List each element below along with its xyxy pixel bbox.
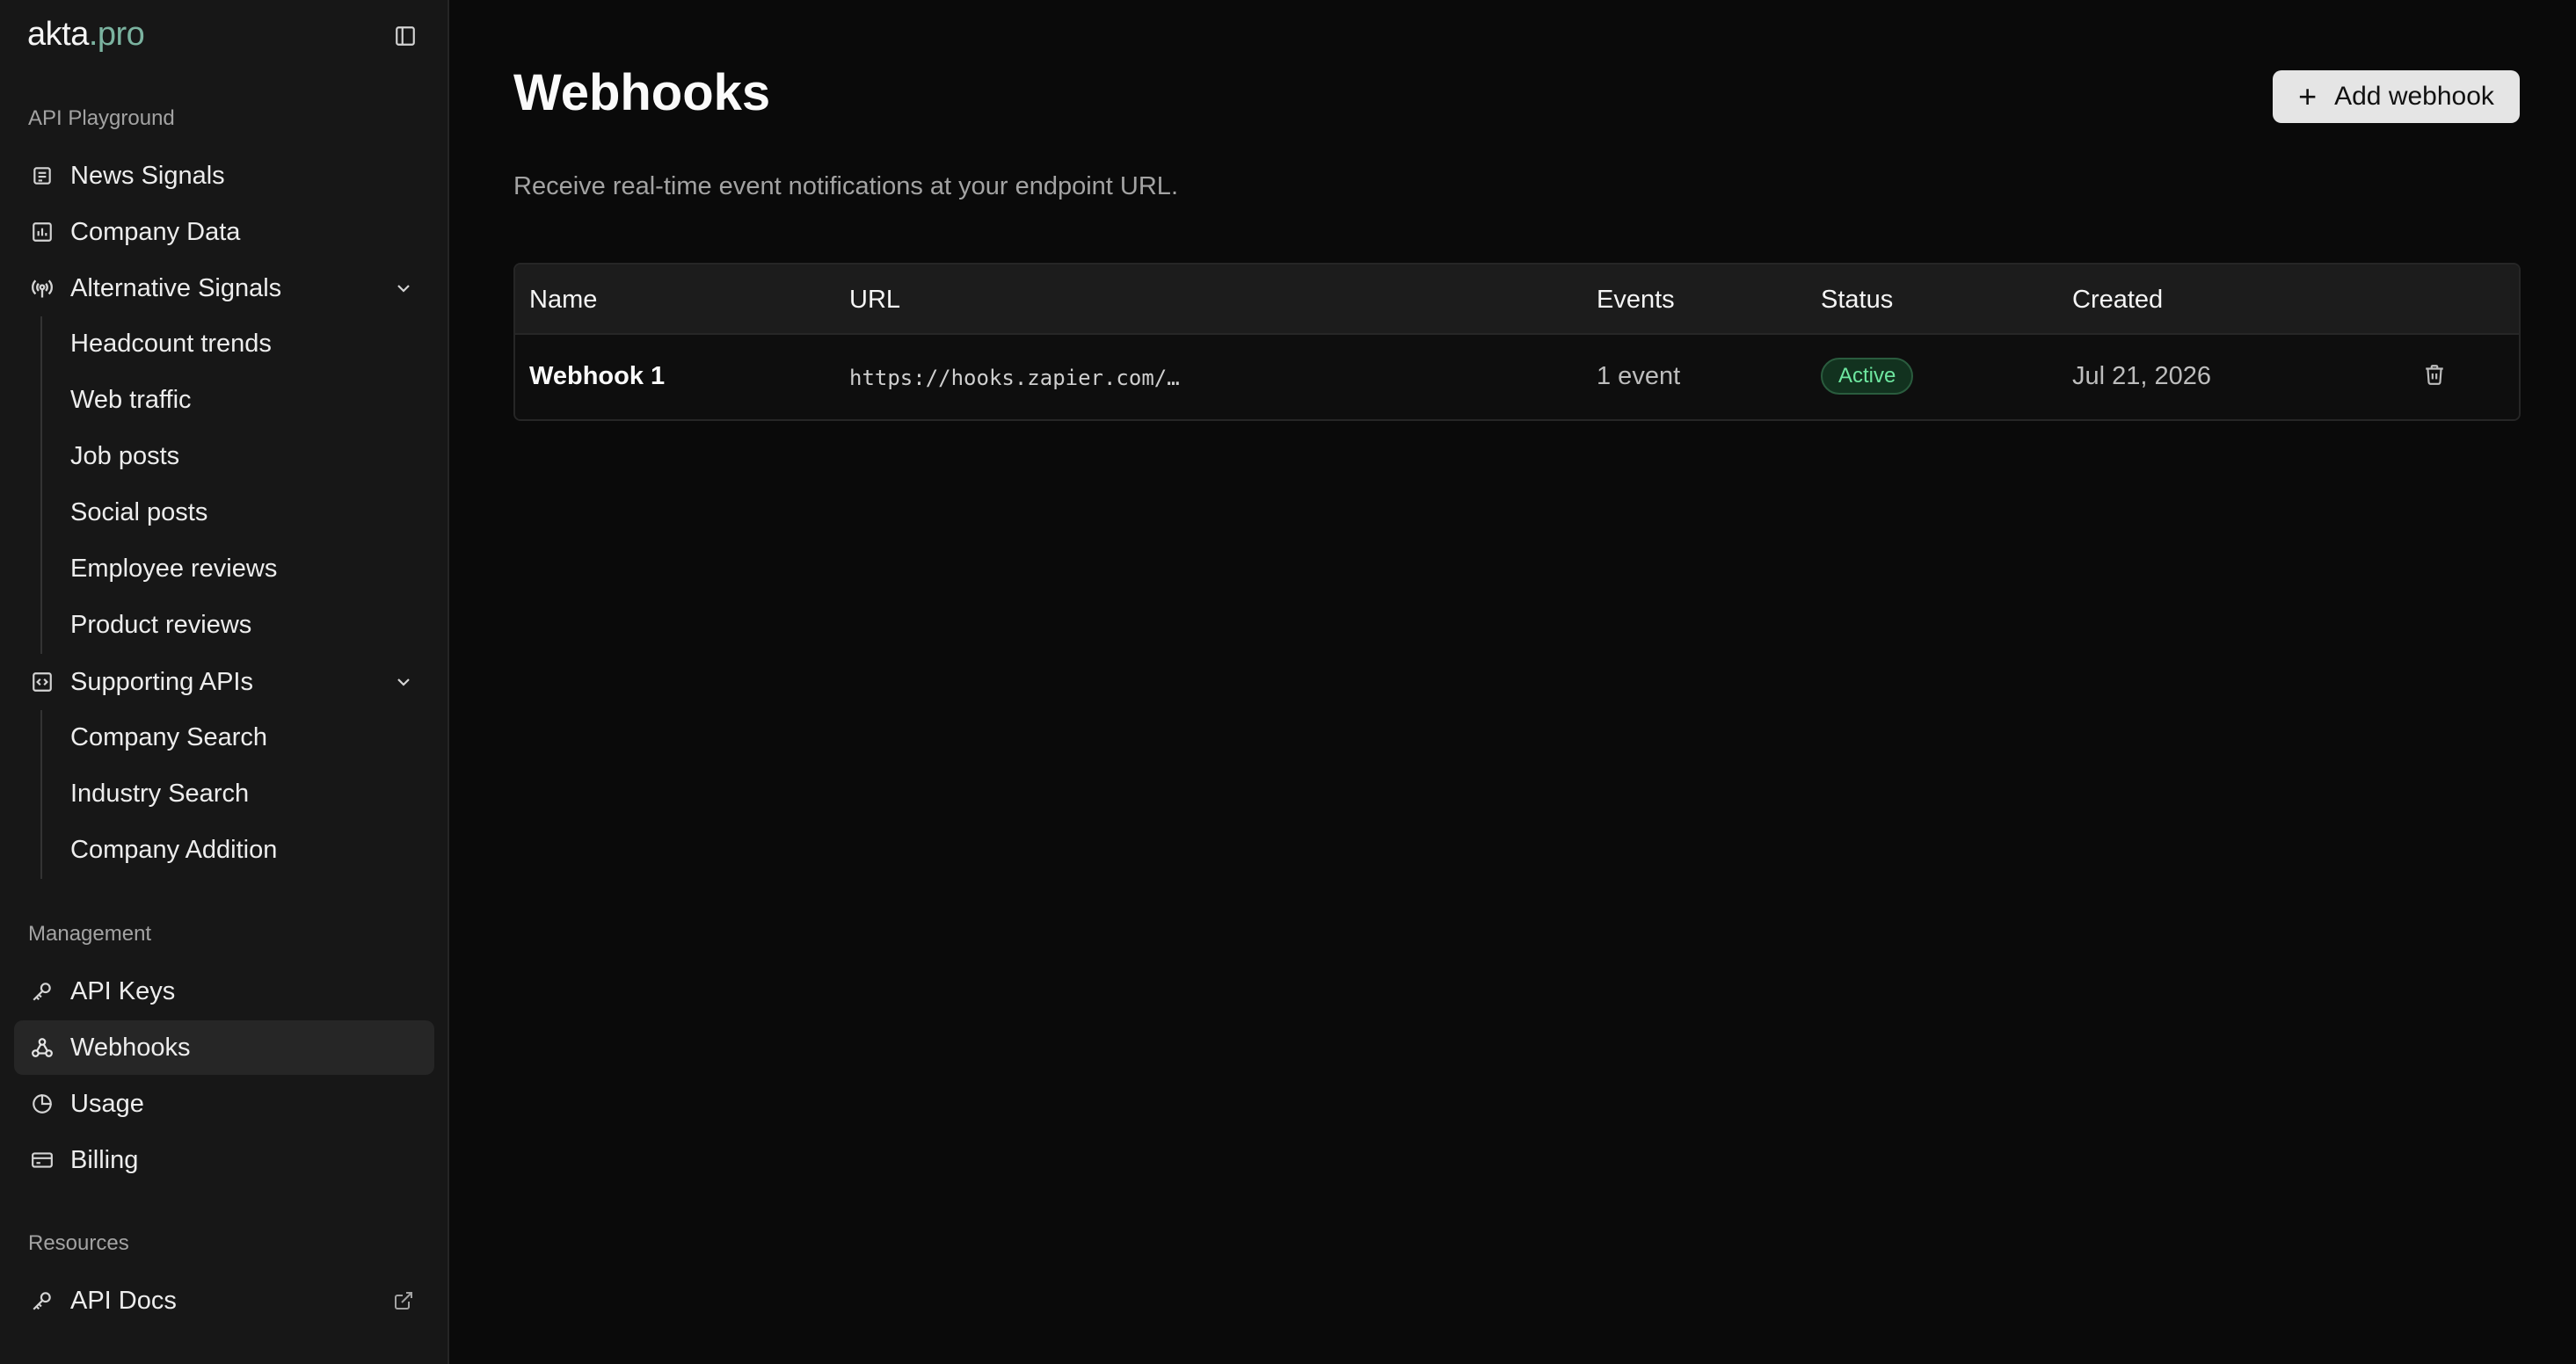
brand-logo[interactable]: akta.pro (27, 16, 145, 54)
sidebar-item-webhooks[interactable]: Webhooks (14, 1020, 434, 1075)
sidebar-item-label: API Keys (70, 976, 176, 1005)
sidebar-subitem-product-reviews[interactable]: Product reviews (70, 600, 431, 649)
table-header: Name URL Events Status Created (515, 265, 2519, 335)
sidebar-item-supporting-apis[interactable]: Supporting APIs (14, 655, 434, 709)
chevron-down-icon[interactable] (390, 669, 417, 695)
sidebar-item-alternative-signals[interactable]: Alternative Signals (14, 261, 434, 316)
external-link-icon (390, 1288, 417, 1314)
webhooks-table: Name URL Events Status Created Webhook 1… (513, 263, 2521, 421)
sidebar-subitem-social-posts[interactable]: Social posts (70, 488, 431, 537)
newspaper-icon (29, 163, 55, 189)
bar-chart-icon (29, 219, 55, 245)
sidebar-item-label: News Signals (70, 161, 225, 190)
sidebar-subitem-web-traffic[interactable]: Web traffic (70, 375, 431, 424)
column-header-name: Name (529, 286, 598, 314)
webhook-name[interactable]: Webhook 1 (529, 362, 665, 391)
sidebar-item-label: Usage (70, 1089, 144, 1118)
sidebar-subitem-company-addition[interactable]: Company Addition (70, 825, 431, 874)
sidebar-item-billing[interactable]: Billing (14, 1133, 434, 1187)
section-label-management: Management (28, 922, 152, 946)
sidebar-subitem-industry-search[interactable]: Industry Search (70, 769, 431, 818)
pie-chart-icon (29, 1091, 55, 1117)
column-header-created: Created (2072, 286, 2164, 314)
sidebar-panel-icon (396, 26, 415, 46)
column-header-events: Events (1597, 286, 1675, 314)
code-square-icon (29, 669, 55, 695)
column-header-url: URL (849, 286, 901, 314)
page-description: Receive real-time event notifications at… (513, 172, 1178, 200)
credit-card-icon (29, 1147, 55, 1173)
sidebar-item-label: API Docs (70, 1286, 177, 1315)
plus-icon: + (2298, 78, 2318, 114)
main-content: Webhooks + Add webhook Receive real-time… (449, 0, 2576, 1364)
brand-suffix: .pro (88, 16, 145, 53)
section-label-resources: Resources (28, 1231, 129, 1255)
webhook-url: https://hooks.zapier.com/… (849, 366, 1180, 390)
webhook-events: 1 event (1597, 362, 1681, 390)
status-badge: Active (1821, 358, 1914, 395)
section-label-playground: API Playground (28, 106, 175, 130)
sidebar-item-label: Supporting APIs (70, 667, 253, 696)
add-webhook-label: Add webhook (2334, 82, 2494, 111)
sub-group-line (40, 710, 42, 879)
key-icon (29, 1288, 55, 1314)
webhook-created-date: Jul 21, 2026 (2072, 362, 2212, 390)
sidebar-item-label: Company Data (70, 217, 241, 246)
app-root: akta.pro API Playground News Signals Com… (0, 0, 2576, 1364)
sidebar-item-usage[interactable]: Usage (14, 1077, 434, 1131)
sidebar-item-label: Billing (70, 1145, 139, 1174)
sidebar-subitem-company-search[interactable]: Company Search (70, 713, 431, 762)
column-header-status: Status (1821, 286, 1894, 314)
brand-name: akta (27, 16, 89, 53)
webhook-icon (29, 1034, 55, 1061)
trash-icon (2426, 365, 2443, 385)
delete-webhook-button[interactable] (2421, 361, 2448, 388)
page-title: Webhooks (513, 64, 771, 121)
sidebar-item-api-docs[interactable]: API Docs (14, 1273, 434, 1328)
chevron-down-icon[interactable] (390, 275, 417, 301)
sidebar-item-company-data[interactable]: Company Data (14, 205, 434, 259)
radio-signal-icon (29, 275, 55, 301)
sidebar-subitem-employee-reviews[interactable]: Employee reviews (70, 544, 431, 593)
sidebar-subitem-headcount-trends[interactable]: Headcount trends (70, 319, 431, 368)
key-icon (29, 978, 55, 1005)
sidebar-item-label: Alternative Signals (70, 273, 282, 302)
sidebar: akta.pro API Playground News Signals Com… (0, 0, 449, 1364)
sidebar-item-news-signals[interactable]: News Signals (14, 149, 434, 203)
sidebar-subitem-job-posts[interactable]: Job posts (70, 432, 431, 481)
sidebar-item-api-keys[interactable]: API Keys (14, 964, 434, 1019)
sidebar-toggle-button[interactable] (392, 23, 418, 49)
table-row[interactable]: Webhook 1 https://hooks.zapier.com/… 1 e… (515, 335, 2519, 419)
sub-group-line (40, 316, 42, 654)
sidebar-item-label: Webhooks (70, 1033, 191, 1062)
add-webhook-button[interactable]: + Add webhook (2273, 70, 2520, 123)
